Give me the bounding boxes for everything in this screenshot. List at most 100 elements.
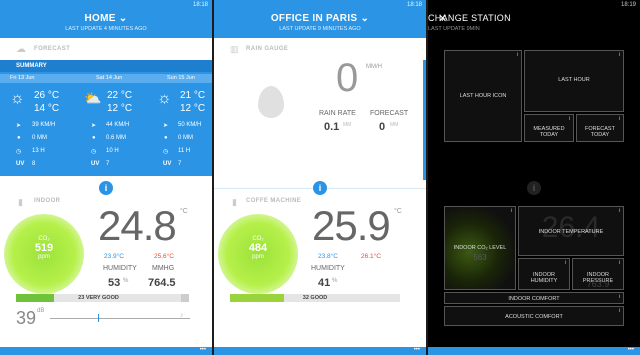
humidity-label: HUMIDITY: [103, 265, 137, 272]
info-icon: i: [618, 260, 620, 266]
tile-indoor-comfort[interactable]: i INDOOR COMFORT: [444, 292, 624, 304]
tile-indoor-humidity[interactable]: i INDOOR HUMIDITY: [518, 258, 570, 290]
indoor-comfort-bar: 32 GOOD: [230, 294, 400, 302]
wind-icon: ➤: [16, 123, 22, 129]
rain-forecast-value: 0: [379, 121, 386, 133]
comfort-fill: [16, 294, 54, 302]
co2-unit: ppm: [252, 254, 264, 260]
forecast-sun-hours: 13 H: [32, 148, 45, 154]
chevron-down-icon: ⌄: [118, 13, 128, 24]
noise-scale: [50, 318, 190, 319]
info-icon: i: [618, 116, 620, 122]
indoor-comfort-bar: 23 VERY GOOD: [16, 294, 181, 302]
forecast-wind: 39 KM/H: [32, 122, 56, 128]
info-icon: i: [568, 116, 570, 122]
raindrop-icon: ●: [164, 135, 168, 141]
indoor-temperature: 24.8: [98, 202, 177, 249]
temperature-unit: °C: [180, 208, 188, 215]
raindrop-icon: ●: [17, 135, 21, 141]
humidity-value: 53: [108, 277, 121, 289]
home-station-panel: 18:18 HOME ⌄ LAST UPDATE 4 MINUTES AGO ☁…: [0, 0, 212, 355]
rain-forecast-unit: MM: [390, 122, 399, 128]
raindrop-icon: [258, 86, 284, 118]
station-title: OFFICE IN PARIS: [270, 13, 358, 24]
paris-station-panel: 18:18 OFFICE IN PARIS ⌄ LAST UPDATE 9 MI…: [214, 0, 426, 355]
last-update-text: LAST UPDATE 4 MINUTES AGO: [65, 26, 147, 32]
comfort-text: 32 GOOD: [302, 295, 328, 301]
uv-label: UV: [91, 161, 100, 167]
app-bar[interactable]: •••: [214, 347, 426, 355]
indoor-temperature: 25.9: [312, 202, 391, 249]
forecast-uv: 7: [178, 161, 182, 167]
pressure-value: 764.5: [148, 277, 176, 289]
tile-ghost-value: 563: [473, 253, 487, 262]
forecast-sun-hours: 11 H: [178, 148, 191, 154]
scroll-indicator[interactable]: [423, 60, 426, 180]
co2-value: 484: [248, 242, 268, 254]
wind-icon: ➤: [91, 123, 97, 129]
last-update-text: LAST UPDATE 9MIN: [428, 26, 480, 32]
forecast-wind: 44 KM/H: [106, 122, 130, 128]
tile-label: LAST HOUR: [558, 77, 590, 83]
more-icon[interactable]: •••: [200, 347, 206, 353]
forecast-low: 12 °C: [107, 103, 133, 114]
forecast-rain: 0 MM: [178, 135, 193, 141]
thermometer-icon: ▮: [232, 197, 237, 207]
info-button[interactable]: i: [99, 181, 113, 195]
max-temperature: 25.6°C: [154, 253, 174, 260]
forecast-dates-row: Fri 13 Jun Sat 14 Jun Sun 15 Jun: [0, 74, 212, 83]
tile-indoor-co2[interactable]: i INDOOR CO₂ LEVEL 563: [444, 206, 516, 290]
sun-icon: ☼: [10, 90, 25, 107]
rain-rate-label: RAIN RATE: [319, 110, 356, 117]
tile-label: INDOOR COMFORT: [508, 296, 560, 302]
humidity-label: HUMIDITY: [311, 265, 345, 272]
tile-indoor-temperature[interactable]: i 26.4 INDOOR TEMPERATURE: [518, 206, 624, 256]
tile-last-hour[interactable]: i LAST HOUR: [524, 50, 624, 112]
station-selector-home[interactable]: HOME ⌄: [0, 13, 212, 24]
station-selector-paris[interactable]: OFFICE IN PARIS ⌄: [214, 13, 426, 24]
paris-header: 18:18 OFFICE IN PARIS ⌄ LAST UPDATE 9 MI…: [214, 0, 426, 38]
change-station-title: CHANGE STATION: [428, 13, 511, 23]
tile-indoor-pressure[interactable]: i INDOOR PRESSURE 763.9: [572, 258, 624, 290]
forecast-date: Sat 14 Jun: [96, 75, 123, 81]
co2-gauge: CO₂ 484 ppm: [218, 214, 298, 294]
app-bar[interactable]: •••: [0, 347, 212, 355]
tile-acoustic-comfort[interactable]: i ACOUSTIC COMFORT: [444, 306, 624, 326]
more-icon[interactable]: •••: [628, 347, 634, 353]
uv-label: UV: [16, 161, 25, 167]
forecast-module[interactable]: SUMMARY Fri 13 Jun Sat 14 Jun Sun 15 Jun…: [0, 60, 212, 176]
co2-value: 519: [34, 242, 54, 254]
more-icon[interactable]: •••: [414, 347, 420, 353]
forecast-high: 22 °C: [107, 90, 133, 101]
clock-icon: ◷: [91, 149, 97, 155]
status-bar-time: 18:18: [192, 2, 208, 8]
clock-icon: ◷: [163, 149, 169, 155]
info-icon: i: [510, 208, 512, 214]
tile-label: LAST HOUR ICON: [459, 93, 507, 99]
pressure-unit-label: MMHG: [152, 265, 175, 272]
noise-marker: [98, 314, 99, 322]
tile-last-hour-icon[interactable]: i LAST HOUR ICON: [444, 50, 522, 142]
uv-label: UV: [163, 161, 172, 167]
info-icon: i: [618, 52, 620, 58]
sun-rain-icon: ⛅: [84, 90, 102, 106]
info-button: i: [527, 181, 541, 195]
forecast-section-label: FORECAST: [34, 46, 71, 52]
humidity-unit: %: [332, 278, 338, 284]
comfort-fill: [230, 294, 285, 302]
tile-forecast-today[interactable]: i FORECAST TODAY: [576, 114, 624, 142]
tile-label: INDOOR TEMPERATURE: [538, 229, 604, 235]
tile-ghost-value: 763.9: [586, 279, 610, 289]
app-bar[interactable]: •••: [428, 347, 640, 355]
forecast-rain: 0.6 MM: [106, 135, 127, 141]
tile-measured-today[interactable]: i MEASURED TODAY: [524, 114, 574, 142]
info-button[interactable]: i: [313, 181, 327, 195]
raindrop-icon: ●: [92, 135, 96, 141]
cloud-icon: ☁: [16, 44, 26, 55]
forecast-date: Fri 13 Jun: [10, 75, 35, 81]
clock-icon: ◷: [16, 149, 22, 155]
tile-ghost-value: 26.4: [541, 211, 601, 244]
forecast-uv: 7: [106, 161, 110, 167]
indoor-section-label: INDOOR: [34, 198, 61, 204]
summary-bar: SUMMARY: [0, 60, 212, 72]
